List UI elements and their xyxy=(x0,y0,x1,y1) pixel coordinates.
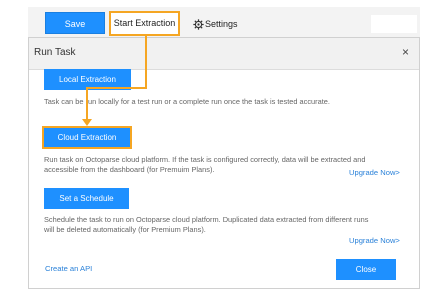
annotation-arrow-vertical xyxy=(145,36,147,88)
top-toolbar: Save Start Extraction Settings xyxy=(0,0,438,37)
cloud-extraction-button[interactable]: Cloud Extraction xyxy=(42,126,132,149)
gear-icon xyxy=(193,18,204,30)
cloud-extraction-description-line2: accessible from the dashboard (for Premu… xyxy=(44,165,215,174)
annotation-arrowhead-icon xyxy=(82,119,92,126)
start-extraction-button[interactable]: Start Extraction xyxy=(109,11,180,36)
schedule-upgrade-link[interactable]: Upgrade Now> xyxy=(349,236,400,245)
create-api-link[interactable]: Create an API xyxy=(45,264,92,273)
settings-label: Settings xyxy=(205,19,238,29)
set-schedule-button[interactable]: Set a Schedule xyxy=(44,188,129,209)
close-icon[interactable]: × xyxy=(402,44,409,60)
cloud-upgrade-link[interactable]: Upgrade Now> xyxy=(349,168,400,177)
dialog-header: Run Task × xyxy=(29,38,419,70)
schedule-description-line1: Schedule the task to run on Octoparse cl… xyxy=(44,215,369,224)
save-button[interactable]: Save xyxy=(45,12,105,34)
toolbar-blank-field xyxy=(371,15,417,33)
close-button[interactable]: Close xyxy=(336,259,396,280)
cloud-extraction-description-line1: Run task on Octoparse cloud platform. If… xyxy=(44,155,366,164)
annotation-arrow-horizontal xyxy=(86,87,147,89)
annotation-arrow-down xyxy=(86,87,88,121)
settings-button[interactable]: Settings xyxy=(193,15,238,33)
dialog-title: Run Task xyxy=(34,47,76,58)
schedule-description-line2: will be deleted automatically (for Premi… xyxy=(44,225,206,234)
